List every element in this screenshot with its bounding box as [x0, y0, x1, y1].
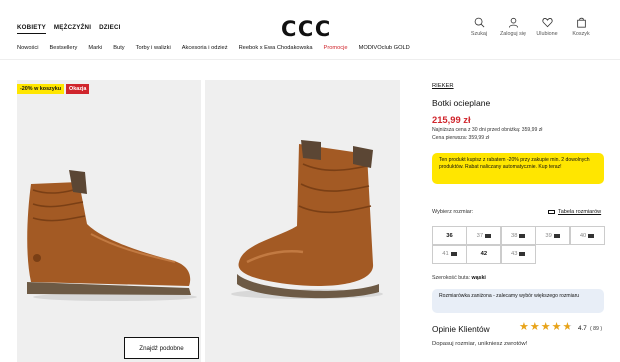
- size-value: 40: [579, 232, 587, 239]
- lowest-price-info: Najniższa cena z 30 dni przed obniżką: 3…: [432, 127, 543, 133]
- size-option[interactable]: 37: [466, 226, 502, 245]
- search-label: Szukaj: [470, 31, 488, 37]
- login-label: Zaloguj się: [499, 31, 527, 37]
- rating-stars[interactable]: ★ ★ ★ ★ ★: [519, 322, 572, 333]
- notify-mail-icon: [519, 233, 526, 238]
- ccc-logo[interactable]: CCC: [281, 17, 332, 41]
- product-name: Botki ocieplane: [432, 98, 491, 108]
- size-value: 39: [545, 232, 552, 239]
- heart-icon: [541, 18, 553, 28]
- favorites-button[interactable]: Ulubione: [530, 17, 564, 37]
- promo-text: Ten produkt kupisz z rabatem -20% przy z…: [439, 157, 590, 171]
- user-icon: [508, 17, 518, 28]
- nav-bags[interactable]: Torby i walizki: [136, 45, 171, 51]
- product-price: 215,99 zł: [432, 114, 471, 125]
- cart-button[interactable]: Koszyk: [564, 17, 598, 37]
- nav-modivo-club[interactable]: MODIVOclub GOLD: [359, 45, 410, 51]
- notify-mail-icon: [519, 252, 526, 256]
- promo-info-box: Ten produkt kupisz z rabatem -20% przy z…: [432, 153, 604, 184]
- tab-men[interactable]: MĘŻCZYŹNI: [54, 24, 91, 34]
- nav-promotions[interactable]: Promocje: [324, 45, 348, 51]
- offer-badge: Okazja: [66, 84, 90, 94]
- search-icon: [474, 17, 484, 28]
- size-value: 42: [480, 251, 488, 257]
- nav-brands[interactable]: Marki: [88, 45, 102, 51]
- size-option[interactable]: 39: [535, 226, 571, 245]
- size-option[interactable]: 38: [500, 226, 536, 245]
- size-note-box: Rozmiarówka zaniżona - zalecamy wybór wi…: [432, 289, 604, 313]
- size-option[interactable]: 41: [432, 244, 467, 264]
- favorites-label: Ulubione: [536, 31, 558, 37]
- review-snippet: Dopasuj rozmiar, unikniesz zwrotów!: [432, 341, 528, 347]
- nav-shoes[interactable]: Buty: [113, 45, 124, 51]
- first-price-info: Cena pierwsza: 359,99 zł: [432, 135, 490, 141]
- star-icon: ★: [519, 321, 529, 333]
- tab-kids[interactable]: DZIECI: [99, 24, 120, 34]
- ruler-icon: [548, 210, 555, 214]
- search-button[interactable]: Szukaj: [462, 17, 496, 37]
- size-value: 36: [446, 232, 453, 239]
- notify-mail-icon: [553, 233, 560, 238]
- size-option[interactable]: 43: [500, 244, 536, 264]
- size-label: Wybierz rozmiar:: [432, 209, 474, 215]
- main-nav: Nowości Bestsellery Marki Buty Torby i w…: [17, 45, 410, 51]
- nav-reebok[interactable]: Reebok x Ewa Chodakowska: [239, 45, 313, 51]
- size-value: 41: [442, 251, 449, 257]
- width-label: Szerokość buta:: [432, 275, 470, 281]
- size-value: 38: [511, 232, 518, 239]
- size-table-label: Tabela rozmiarów: [558, 209, 602, 215]
- boot-side-image: [27, 170, 197, 301]
- bag-icon: [576, 17, 586, 28]
- tab-women[interactable]: KOBIETY: [17, 24, 46, 34]
- rating-count[interactable]: ( 89 ): [590, 326, 602, 332]
- boot-front-image: [231, 140, 383, 299]
- width-value: wąski: [471, 275, 486, 281]
- notify-mail-icon: [450, 252, 457, 256]
- product-badges: -20% w koszyku Okazja: [17, 84, 90, 94]
- star-icon: ★: [562, 321, 573, 333]
- size-option[interactable]: 36: [432, 226, 467, 245]
- size-value: 37: [476, 232, 484, 239]
- notify-mail-icon: [485, 233, 492, 238]
- find-similar-button[interactable]: Znajdź podobne: [124, 337, 199, 359]
- star-icon: ★: [540, 321, 551, 333]
- size-selector: 36 37 38 39 40 41 42 43: [432, 226, 605, 264]
- size-option[interactable]: 40: [569, 226, 605, 245]
- size-value: 43: [511, 251, 518, 257]
- cart-label: Koszyk: [572, 31, 590, 37]
- product-brand-link[interactable]: RIEKER: [432, 83, 454, 89]
- star-icon: ★: [529, 321, 540, 333]
- nav-bestsellers[interactable]: Bestsellery: [50, 45, 78, 51]
- star-icon: ★: [551, 321, 562, 333]
- shoe-width-info: Szerokość buta: wąski: [432, 275, 486, 281]
- opinions-title: Opinie Klientów: [432, 324, 490, 334]
- size-table-link[interactable]: Tabela rozmiarów: [548, 209, 601, 215]
- nav-new[interactable]: Nowości: [17, 45, 39, 51]
- size-option[interactable]: 42: [466, 244, 502, 264]
- product-image-side[interactable]: [17, 80, 201, 362]
- nav-accessories[interactable]: Akcesoria i odzież: [182, 45, 228, 51]
- discount-badge: -20% w koszyku: [17, 84, 65, 94]
- site-header: KOBIETY MĘŻCZYŹNI DZIECI CCC Szukaj Zalo…: [0, 0, 620, 60]
- notify-mail-icon: [588, 233, 595, 238]
- login-button[interactable]: Zaloguj się: [496, 17, 530, 37]
- size-note-text: Rozmiarówka zaniżona - zalecamy wybór wi…: [439, 293, 580, 299]
- gender-tabs: KOBIETY MĘŻCZYŹNI DZIECI: [17, 24, 121, 34]
- rating-value: 4.7: [578, 325, 587, 332]
- product-image-front[interactable]: [205, 80, 400, 362]
- header-actions: Szukaj Zaloguj się Ulubione Koszyk: [462, 17, 598, 37]
